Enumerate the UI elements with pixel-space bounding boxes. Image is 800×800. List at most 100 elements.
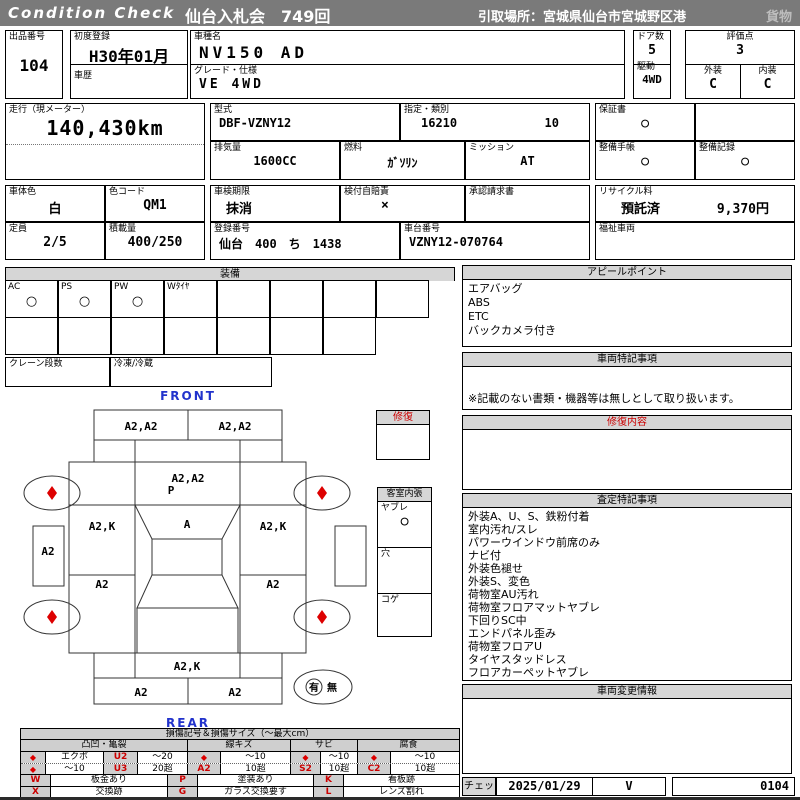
- assessment-item: 荷物室フロアマットヤブレ: [468, 601, 600, 614]
- front-right-fender-code: A2,K: [260, 520, 287, 533]
- drive-label: 駆動: [637, 62, 656, 72]
- equipment-label: PS: [61, 282, 73, 292]
- legend-desc: 塗装あり: [198, 775, 314, 786]
- body-color-box: 車体色 白: [5, 185, 105, 222]
- right-headlight: [239, 439, 283, 463]
- inspection-value: 抹消: [226, 202, 253, 217]
- legend-group-dent: 凸凹・亀裂: [21, 740, 188, 751]
- legend-cell: ～10: [221, 752, 291, 763]
- equipment-label: Wﾀｲﾔ: [167, 282, 190, 292]
- model-code-value: DBF-VZNY12: [219, 116, 292, 130]
- repair-detail-box: 修復内容: [462, 415, 792, 490]
- assessment-item: 室内汚れ/スレ: [468, 523, 538, 536]
- legend-code: P: [168, 775, 198, 786]
- appeal-item: ABS: [468, 296, 490, 309]
- color-code-label: 色コード: [109, 187, 146, 197]
- fridge-box: 冷凍/冷蔵: [110, 357, 272, 387]
- legend-desc: 看板跡: [387, 775, 415, 785]
- fuel-label: 燃料: [344, 143, 363, 153]
- assessment-item: 下回りSC中: [468, 614, 527, 627]
- assessment-item: 外装A、U、S、鉄粉付着: [468, 510, 590, 523]
- first-registration-box: 初度登録 H30年01月 車歴: [70, 30, 188, 99]
- capacity-label: 定員: [9, 224, 28, 234]
- check-date-cell: 2025/01/29: [497, 778, 593, 795]
- front-bumper-left-code: A2,A2: [124, 420, 157, 433]
- equipment-label: AC: [8, 282, 21, 292]
- legend-cell: ～10: [321, 752, 358, 763]
- equipment-cell-empty: [376, 280, 429, 318]
- diamond-icon: ◆: [291, 752, 321, 763]
- auction-condition-sheet: Condition Check 仙台入札会 749回 引取場所：宮城県仙台市宮城…: [0, 0, 800, 800]
- left-headlight: [93, 439, 136, 463]
- equipment-cell-empty: [217, 317, 270, 355]
- class-box: 指定・類別 16210 10: [400, 103, 590, 141]
- equipment-value: ○: [131, 294, 144, 309]
- maintenance-record-box: 整備記録 ○: [695, 141, 795, 180]
- equipment-cell-empty: [270, 317, 323, 355]
- interior-grade-cell: 内装 C: [741, 65, 794, 99]
- grade-label: グレード・仕様: [194, 66, 258, 76]
- chassis-box: 車台番号 VZNY12-070764: [400, 222, 590, 260]
- equipment-cell-empty: [164, 317, 217, 355]
- equipment-cell-empty: [270, 280, 323, 318]
- assessment-item: タイヤスタッドレス: [468, 653, 567, 666]
- approval-box: 承認請求書: [465, 185, 590, 222]
- mission-value: AT: [520, 154, 535, 168]
- crane-label: クレーン段数: [9, 359, 63, 369]
- assessment-item: 荷物室AU汚れ: [468, 588, 539, 601]
- legend-cell: ～10: [414, 752, 436, 762]
- rear-bumper-right-code: A2: [228, 686, 241, 699]
- front-left-fender-code: A2,K: [89, 520, 116, 533]
- rear-right-light: [239, 652, 283, 679]
- damage-diamond: [317, 610, 327, 624]
- maintenance-book-value: ○: [641, 154, 649, 169]
- legend-group-rust: サビ: [291, 740, 358, 751]
- chassis-value: VZNY12-070764: [409, 235, 503, 249]
- approval-label: 承認請求書: [469, 187, 515, 197]
- assessment-notes-header: 査定特記事項: [463, 494, 791, 508]
- damage-diamond: [317, 486, 327, 500]
- equipment-cell-empty: [111, 317, 164, 355]
- insurance-label: 検付自賠責: [344, 187, 390, 197]
- assessment-item: ナビ付: [468, 549, 501, 562]
- cabin-item-label: 穴: [381, 549, 391, 559]
- equipment-cell-ac: AC ○: [5, 280, 58, 318]
- warranty-box: 保証書 ○: [595, 103, 695, 141]
- check-code-box: 0104: [672, 777, 795, 796]
- appeal-points-header: アピールポイント: [463, 266, 791, 280]
- cabin-item-hole: 穴: [378, 548, 431, 594]
- class-label: 指定・類別: [404, 105, 450, 115]
- maintenance-book-label: 整備手帳: [599, 143, 636, 153]
- displacement-label: 排気量: [214, 143, 242, 153]
- legend-cell: ～20: [138, 752, 188, 763]
- check-date: 2025/01/29: [508, 779, 581, 793]
- spare-yes-label: 有: [309, 681, 319, 694]
- fridge-label: 冷凍/冷蔵: [114, 359, 154, 369]
- cabin-item-burn: コゲ: [378, 594, 431, 638]
- class-values: 16210 10: [401, 115, 589, 130]
- hood-code-2: P: [168, 484, 175, 497]
- doors-label: ドア数: [637, 32, 665, 42]
- recycle-values: 預託済 9,370円: [596, 197, 794, 217]
- plate-label: 登録番号: [214, 224, 251, 234]
- vehicle-notes-header: 車両特記事項: [463, 353, 791, 367]
- welfare-label: 福祉車両: [599, 224, 636, 234]
- insurance-value: ×: [381, 198, 389, 213]
- assessment-item: フロアカーペットヤブレ: [468, 666, 589, 679]
- check-date-box: 2025/01/29 V: [496, 777, 666, 796]
- recycle-label: リサイクル料: [599, 187, 653, 197]
- vehicle-category: 貨物: [765, 10, 792, 25]
- color-code-value: QM1: [143, 198, 167, 213]
- inspection-box: 車検期限 抹消: [210, 185, 340, 222]
- rear-bumper-left-code: A2: [134, 686, 147, 699]
- repair-flag-box: 修復: [376, 410, 430, 460]
- assessment-item: 荷物室フロアU: [468, 640, 543, 653]
- rear-left-light: [93, 652, 136, 679]
- header-bar: Condition Check 仙台入札会 749回 引取場所：宮城県仙台市宮城…: [0, 0, 800, 26]
- damage-diamond: [47, 610, 57, 624]
- assessment-notes-box: 査定特記事項 外装A、U、S、鉄粉付着 室内汚れ/スレ パワーウインドウ前席のみ…: [462, 493, 792, 681]
- legend-code: U2: [104, 752, 138, 763]
- score-label: 評価点: [726, 32, 754, 42]
- class-sub: 10: [544, 116, 559, 130]
- windshield-code: A: [184, 518, 191, 531]
